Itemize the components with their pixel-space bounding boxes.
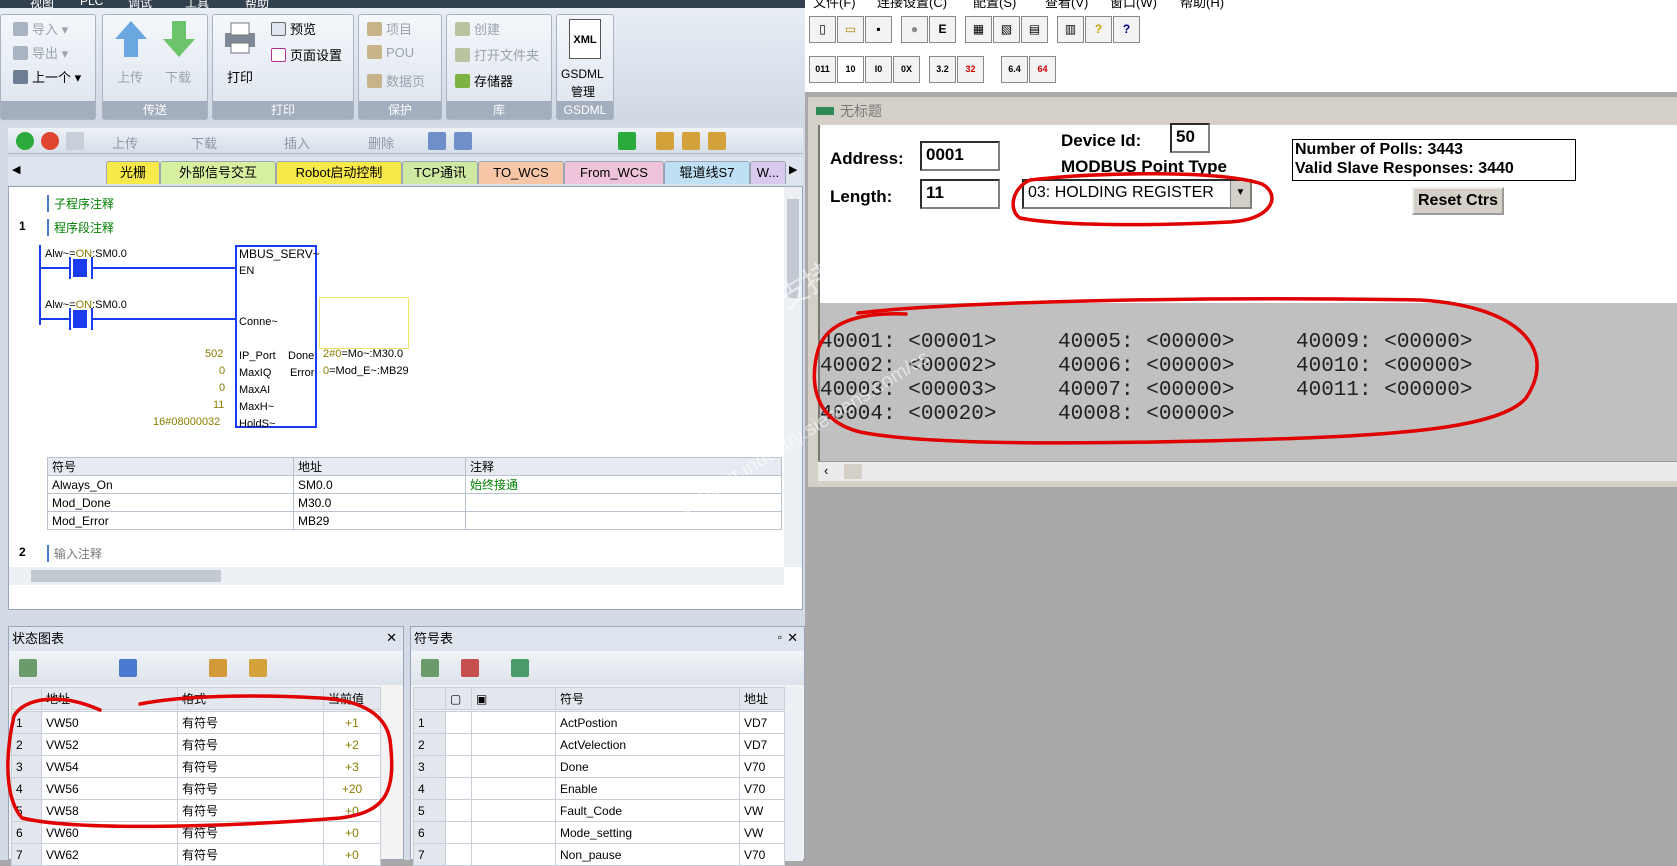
- annotation-circle-point-type: [1011, 172, 1274, 227]
- red-annotations: [6, 172, 1539, 829]
- annotation-circle-registers: [812, 297, 1539, 445]
- annotation-circle-status-chart: [6, 694, 394, 829]
